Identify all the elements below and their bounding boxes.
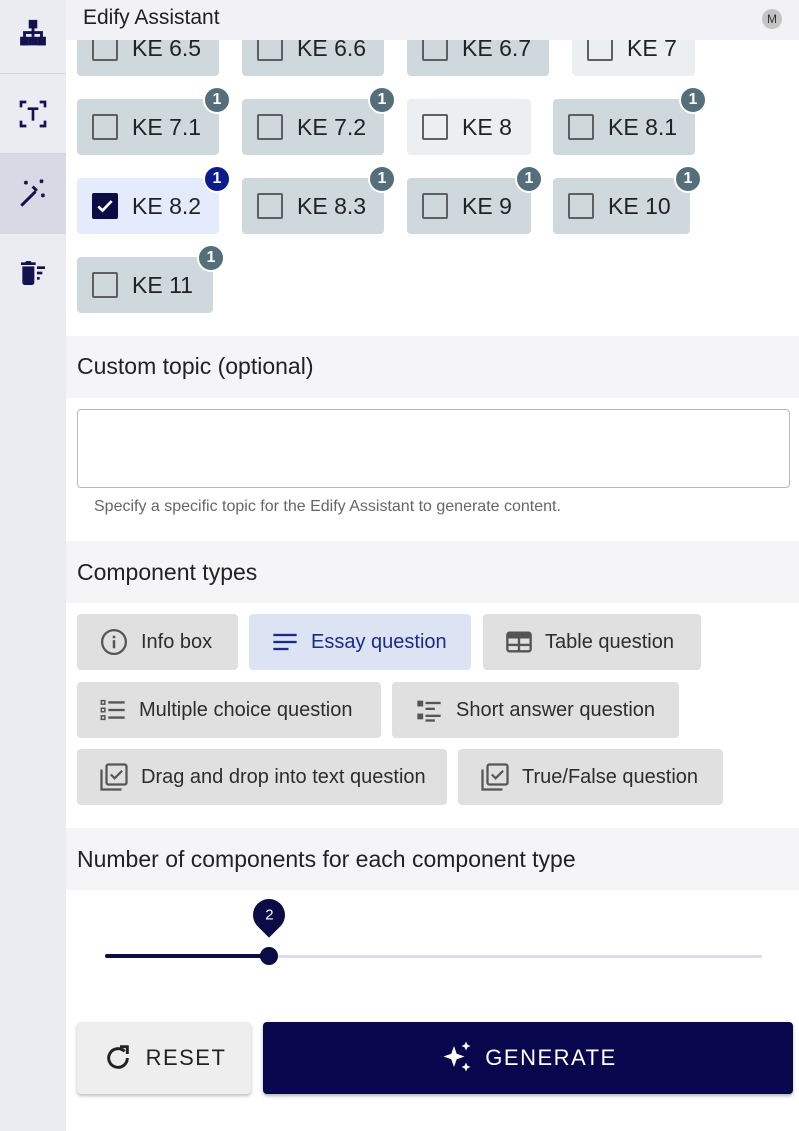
component-type-essay-question[interactable]: Essay question [249,614,471,670]
count-badge: 1 [679,86,707,114]
reset-button[interactable]: RESET [77,1022,251,1094]
avatar[interactable]: M [762,9,782,29]
ke-label: KE 8.3 [297,192,367,219]
info-icon [101,629,127,655]
count-badge: 1 [674,165,702,193]
slider-fill [105,954,270,958]
ke-chip[interactable]: KE 8.3 1 [242,165,396,234]
ke-label: KE 10 [608,192,671,219]
generate-button-label: GENERATE [485,1045,617,1070]
custom-topic-helper-text: Specify a specific topic for the Edify A… [94,498,561,515]
checkbox-checked[interactable] [92,193,118,219]
sidebar [0,0,66,1131]
sidebar-item-structure[interactable] [0,0,66,74]
components-count-section-header: Number of components for each component … [66,828,799,890]
component-type-label: True/False question [522,765,699,788]
custom-topic-input[interactable] [77,409,790,488]
text-select-icon [19,100,47,128]
main-panel: KE 6.5 KE 6.6 KE 6.7 KE 7 KE 7.1 1 KE 7.… [66,0,799,1131]
component-type-label: Short answer question [456,698,656,721]
sitemap-icon [20,19,46,46]
generate-button[interactable]: GENERATE [263,1022,793,1094]
count-badge: 1 [203,165,231,193]
lines-icon [273,633,297,651]
component-types-section-header: Component types [66,541,799,603]
component-type-label: Essay question [311,630,447,653]
ke-chip-selected[interactable]: KE 8.2 1 [77,165,231,234]
magic-wand-icon [20,179,46,207]
component-type-label: Drag and drop into text question [141,765,426,788]
ke-label: KE 7.1 [132,113,202,140]
component-type-drag-and-drop[interactable]: Drag and drop into text question [77,749,447,805]
count-badge: 1 [515,165,543,193]
slider-value-text: 2 [265,906,274,924]
sidebar-item-assistant[interactable] [0,154,66,234]
list-icon [100,699,125,721]
ke-chip[interactable]: KE 7.1 1 [77,86,231,155]
ke-chip[interactable]: KE 8 [407,99,531,155]
ke-chip[interactable]: KE 9 1 [407,165,543,234]
checkbox[interactable] [568,193,594,219]
check-icon [97,200,113,213]
checkbox-multiple-icon [100,763,128,791]
ke-label: KE 8.1 [608,113,678,140]
refresh-icon [106,1045,129,1069]
checkbox[interactable] [257,114,283,140]
ke-chip[interactable]: KE 10 1 [553,165,702,234]
component-type-label: Table question [545,630,674,653]
component-type-label: Multiple choice question [139,698,353,721]
ke-chip[interactable]: KE 7.2 1 [242,86,396,155]
app-header: Edify Assistant M [66,0,799,40]
ke-label: KE 8 [462,113,512,140]
checkbox-multiple-icon [481,763,509,791]
ke-chip[interactable]: KE 11 1 [77,244,225,313]
components-count-slider[interactable]: 2 [105,892,762,965]
section-title: Number of components for each component … [77,846,576,872]
sidebar-item-text[interactable] [0,74,66,154]
ke-label: KE 8.2 [132,192,202,219]
ke-label: KE 7.2 [297,113,367,140]
checkbox[interactable] [568,114,594,140]
component-type-info-box[interactable]: Info box [77,614,238,670]
component-type-multiple-choice[interactable]: Multiple choice question [77,682,381,738]
app-title: Edify Assistant [83,6,220,29]
checkbox[interactable] [422,193,448,219]
component-type-true-false[interactable]: True/False question [458,749,723,805]
table-icon [506,631,532,653]
ke-chip[interactable]: KE 8.1 1 [553,86,707,155]
checkbox[interactable] [92,272,118,298]
component-type-short-answer[interactable]: Short answer question [392,682,679,738]
sparkles-icon [443,1041,471,1072]
slider-thumb[interactable] [260,947,279,965]
checkbox[interactable] [422,114,448,140]
short-answer-icon [417,700,441,722]
delete-sweep-icon [21,261,45,285]
count-badge: 1 [368,165,396,193]
count-badge: 1 [368,86,396,114]
checkbox[interactable] [257,193,283,219]
component-type-table-question[interactable]: Table question [483,614,701,670]
count-badge: 1 [197,244,225,272]
sidebar-item-delete[interactable] [0,233,66,313]
slider-value-label: 2 [246,892,292,938]
section-title: Component types [77,559,258,585]
section-title: Custom topic (optional) [77,353,314,379]
ke-label: KE 9 [462,192,512,219]
reset-button-label: RESET [145,1045,227,1070]
checkbox[interactable] [92,114,118,140]
custom-topic-section-header: Custom topic (optional) [66,336,799,398]
ke-label: KE 11 [132,271,193,298]
component-type-label: Info box [141,630,213,653]
count-badge: 1 [203,86,231,114]
